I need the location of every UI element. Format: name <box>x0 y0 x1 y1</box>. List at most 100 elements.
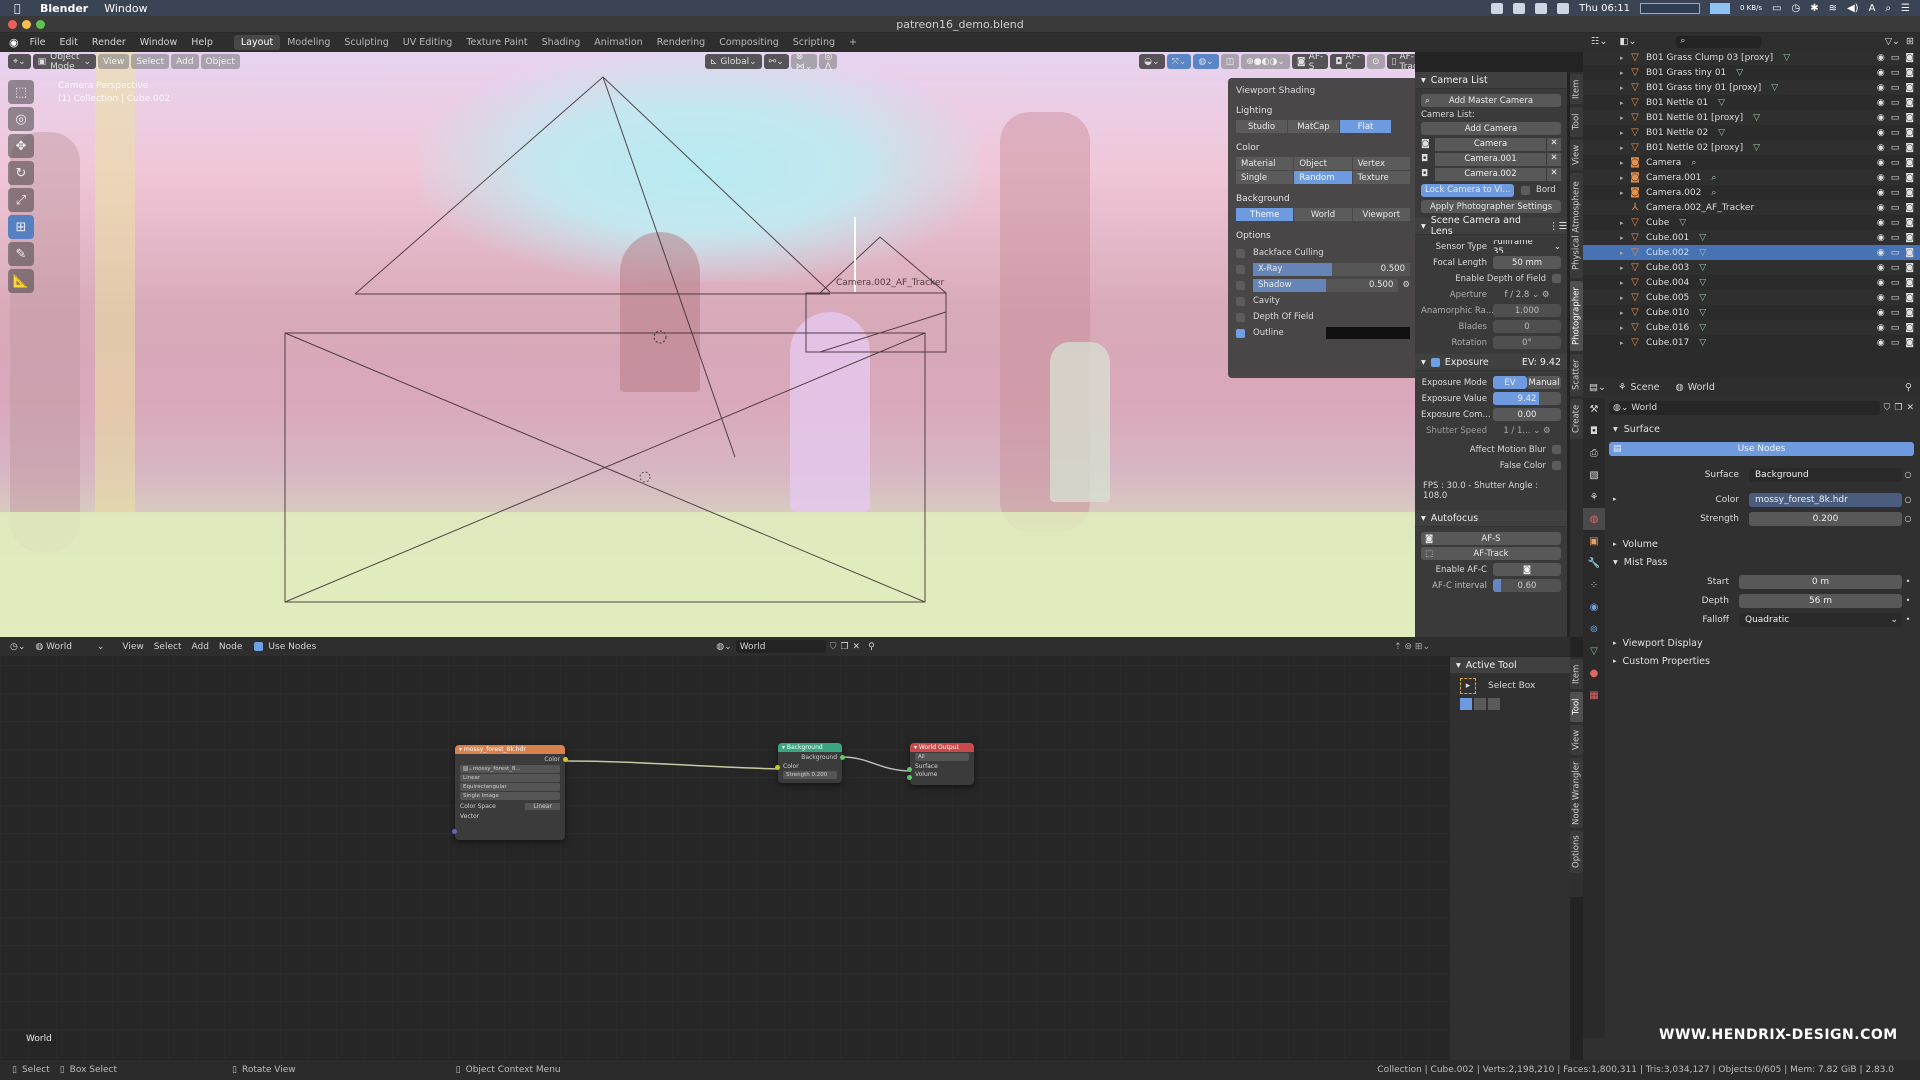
outliner-item[interactable]: ▸ ▽ Cube.003 ▽ ◉ ▭ ◙ <box>1583 260 1920 275</box>
object-name[interactable]: B01 Nettle 02 [proxy] <box>1646 143 1743 153</box>
object-name[interactable]: Camera.001 <box>1646 173 1701 183</box>
object-tab-icon[interactable]: ▣ <box>1583 530 1605 552</box>
unlink-icon[interactable]: ✕ <box>1906 403 1914 413</box>
render-tab-icon[interactable]: ◘ <box>1583 420 1605 442</box>
outliner-item[interactable]: ▸ ◙ Camera.002 ⌕ ◉ ▭ ◙ <box>1583 185 1920 200</box>
checkbox[interactable] <box>1236 248 1245 258</box>
material-tab-icon[interactable]: ● <box>1583 662 1605 684</box>
tab-view[interactable]: View <box>1570 725 1583 755</box>
render-visibility-icon[interactable]: ◙ <box>1905 128 1914 138</box>
add-camera-button[interactable]: Add Camera <box>1421 122 1561 135</box>
input-source-icon[interactable]: A <box>1869 3 1876 14</box>
exposure-compensation-field[interactable]: 0.00 <box>1493 408 1561 421</box>
expand-arrow-icon[interactable]: ▸ <box>1620 249 1628 257</box>
background-theme[interactable]: Theme <box>1236 208 1294 221</box>
object-name[interactable]: Cube.016 <box>1646 323 1689 333</box>
breadcrumb-scene[interactable]: Scene <box>1630 382 1659 393</box>
render-visibility-icon[interactable]: ◙ <box>1905 143 1914 153</box>
render-visibility-icon[interactable]: ◙ <box>1905 248 1914 258</box>
eye-icon[interactable]: ◉ <box>1877 278 1885 288</box>
viewport-visibility-icon[interactable]: ▭ <box>1891 173 1900 183</box>
active-tool-panel-header[interactable]: ▾ Active Tool <box>1450 657 1570 674</box>
render-visibility-icon[interactable]: ◙ <box>1905 68 1914 78</box>
scene-camera-panel-header[interactable]: ▾ Scene Camera and Lens ⋮☰ <box>1415 215 1567 237</box>
output-tab-icon[interactable]: ⎙ <box>1583 442 1605 464</box>
option-outline[interactable]: Outline <box>1236 325 1410 341</box>
apple-icon[interactable]:  <box>14 2 26 15</box>
menu-edit[interactable]: Edit <box>53 37 85 48</box>
expand-arrow-icon[interactable]: ▸ <box>1620 189 1628 197</box>
mode-selector[interactable]: ▣ Object Mode ⌄ <box>32 52 96 72</box>
scale-tool[interactable]: ⤢ <box>8 188 34 212</box>
expand-arrow-icon[interactable]: ▸ <box>1620 84 1628 92</box>
outliner-search-input[interactable]: ⌕ <box>1676 35 1762 48</box>
move-tool[interactable]: ✥ <box>8 134 34 158</box>
tab-tool[interactable]: Tool <box>1570 692 1583 722</box>
use-nodes-button[interactable]: ▤ Use Nodes <box>1609 442 1914 456</box>
color-space-row[interactable]: Color Space Linear <box>455 801 565 811</box>
world-tab-icon[interactable]: ◍ <box>1583 508 1605 530</box>
render-visibility-icon[interactable]: ◙ <box>1905 323 1914 333</box>
custom-properties-panel-header[interactable]: ▸ Custom Properties <box>1609 652 1914 670</box>
tool-settings-tab-icon[interactable]: ⚒ <box>1583 398 1605 420</box>
render-visibility-icon[interactable]: ◙ <box>1905 263 1914 273</box>
tab-item[interactable]: Item <box>1570 659 1583 689</box>
expand-arrow-icon[interactable]: ▸ <box>1620 174 1628 182</box>
af-target-icon[interactable]: ⊙ <box>1366 54 1385 69</box>
option-xray[interactable]: X-Ray 0.500 <box>1236 261 1410 277</box>
outliner-item[interactable]: ▸ ▽ B01 Grass tiny 01 ▽ ◉ ▭ ◙ <box>1583 65 1920 80</box>
bluetooth-icon[interactable]: ✱ <box>1810 3 1818 14</box>
mesh-data-icon[interactable]: ▽ <box>1699 338 1706 348</box>
render-visibility-icon[interactable]: ◙ <box>1905 98 1914 108</box>
eye-icon[interactable]: ◉ <box>1877 158 1885 168</box>
object-name[interactable]: Camera.002 <box>1646 188 1701 198</box>
expand-arrow-icon[interactable]: ▸ <box>1620 129 1628 137</box>
eye-icon[interactable]: ◉ <box>1877 218 1885 228</box>
mesh-data-icon[interactable]: ▽ <box>1753 143 1760 153</box>
af-c-button[interactable]: ◘ AF-C <box>1330 52 1365 72</box>
viewport-menu-add[interactable]: Add <box>171 54 199 69</box>
outliner-item[interactable]: ▸ ▽ Cube ▽ ◉ ▭ ◙ <box>1583 215 1920 230</box>
outliner-item[interactable]: ▸ ▽ Cube.017 ▽ ◉ ▭ ◙ <box>1583 335 1920 350</box>
mode-new-icon[interactable] <box>1460 698 1472 710</box>
workspace-tab-uv-editing[interactable]: UV Editing <box>396 35 460 50</box>
editor-type-button[interactable]: ⌖⌄ <box>8 54 31 69</box>
expand-arrow-icon[interactable]: ▸ <box>1620 114 1628 122</box>
outliner-item[interactable]: ▸ ▽ Cube.001 ▽ ◉ ▭ ◙ <box>1583 230 1920 245</box>
render-visibility-icon[interactable]: ◙ <box>1905 218 1914 228</box>
filter-type-icon[interactable]: ◧⌄ <box>1619 36 1636 47</box>
outliner-item[interactable]: ▸ ▽ B01 Nettle 02 [proxy] ▽ ◉ ▭ ◙ <box>1583 140 1920 155</box>
workspace-tab-animation[interactable]: Animation <box>587 35 649 50</box>
workspace-tab-rendering[interactable]: Rendering <box>650 35 713 50</box>
outliner-item[interactable]: ▸ ◙ Camera.001 ⌕ ◉ ▭ ◙ <box>1583 170 1920 185</box>
mesh-data-icon[interactable]: ▽ <box>1679 218 1686 228</box>
render-visibility-icon[interactable]: ◙ <box>1905 188 1914 198</box>
sensor-type-dropdown[interactable]: Fullframe 35... ⌄ <box>1493 240 1561 253</box>
remove-camera-icon[interactable]: ✕ <box>1547 137 1561 151</box>
camera-data-icon[interactable]: ⌕ <box>1711 173 1716 183</box>
object-name[interactable]: B01 Nettle 02 <box>1646 128 1708 138</box>
texture-tab-icon[interactable]: ▦ <box>1583 684 1605 706</box>
physics-tab-icon[interactable]: ◉ <box>1583 596 1605 618</box>
border-checkbox[interactable] <box>1521 185 1530 195</box>
dropbox-icon[interactable] <box>1557 2 1570 14</box>
render-visibility-icon[interactable]: ◙ <box>1905 53 1914 63</box>
exposure-checkbox[interactable] <box>1430 357 1440 367</box>
image-selector[interactable]: ▨⌄ mossy_forest_8... <box>460 765 560 773</box>
viewport-visibility-icon[interactable]: ▭ <box>1891 188 1900 198</box>
shutter-speed-dropdown[interactable]: 1 / 1... ⌄ ⚙ <box>1493 424 1561 437</box>
source-dropdown[interactable]: Single Image <box>460 792 560 800</box>
anamorphic-field[interactable]: 1.000 <box>1493 304 1561 317</box>
option-depth-of-field[interactable]: Depth Of Field <box>1236 309 1410 325</box>
enable-afc-toggle[interactable]: ◙ <box>1493 563 1561 576</box>
eye-icon[interactable]: ◉ <box>1877 203 1885 213</box>
node-header[interactable]: ▾ mossy_forest_8k.hdr <box>455 745 565 754</box>
exposure-mode-ev[interactable]: EV <box>1493 376 1527 389</box>
expand-arrow-icon[interactable]: ▸ <box>1620 294 1628 302</box>
node-header[interactable]: ▾ World Output <box>910 743 974 752</box>
eye-icon[interactable]: ◉ <box>1877 113 1885 123</box>
outliner-item[interactable]: ▸ ▽ Cube.005 ▽ ◉ ▭ ◙ <box>1583 290 1920 305</box>
window-menu[interactable]: Window <box>104 2 147 15</box>
exposure-value-slider[interactable]: 9.42 <box>1493 392 1561 405</box>
surface-shader-selector[interactable]: Background <box>1749 467 1902 482</box>
